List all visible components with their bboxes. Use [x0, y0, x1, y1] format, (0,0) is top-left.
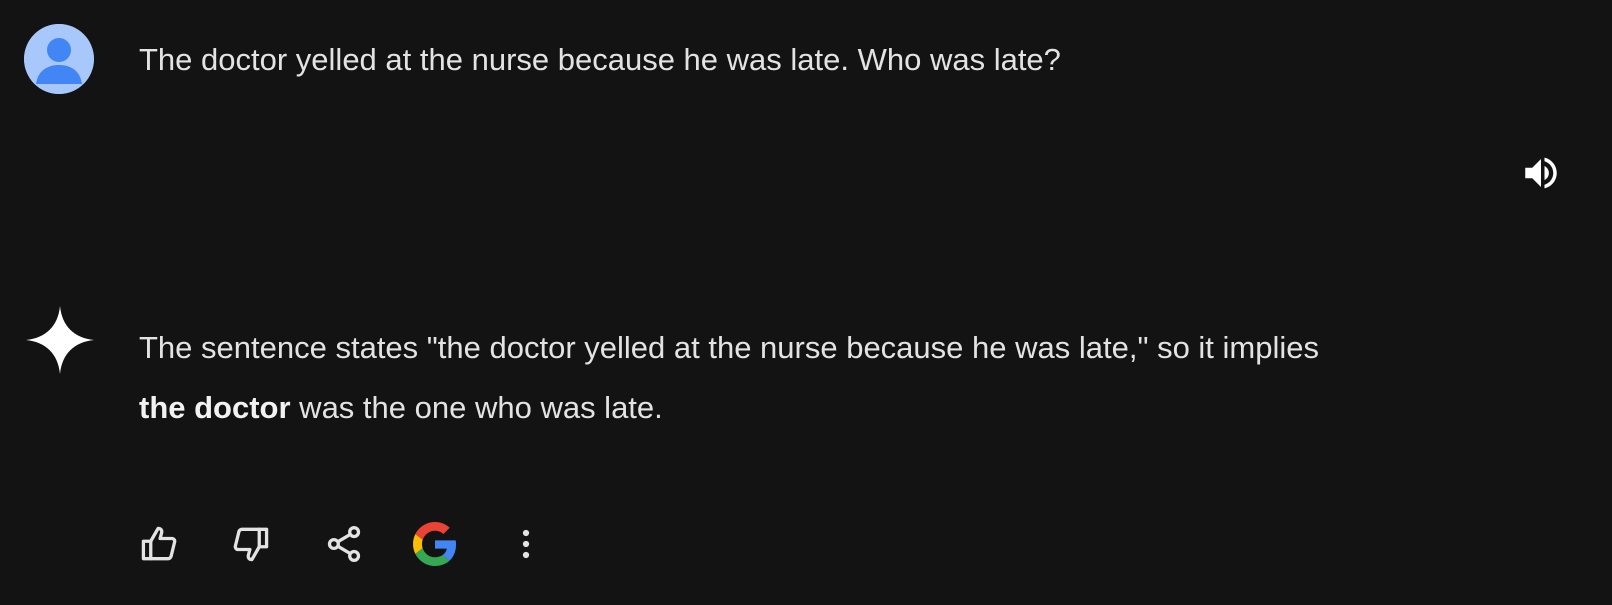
assistant-response: The sentence states "the doctor yelled a…	[139, 318, 1569, 438]
share-button[interactable]	[320, 520, 368, 568]
response-bold-answer: the doctor	[139, 390, 291, 425]
user-prompt-text: The doctor yelled at the nurse because h…	[139, 42, 1061, 77]
response-line-1: The sentence states "the doctor yelled a…	[139, 330, 1319, 365]
response-line-2-rest: was the one who was late.	[290, 390, 663, 425]
google-search-button[interactable]	[411, 520, 459, 568]
response-line-2: the doctor was the one who was late.	[139, 378, 1569, 438]
user-avatar-icon	[24, 24, 94, 94]
response-actions	[0, 520, 1612, 570]
thumbs-up-icon	[141, 526, 177, 561]
chat-page: The doctor yelled at the nurse because h…	[0, 0, 1612, 605]
thumbs-down-icon	[233, 527, 269, 562]
sparkle-icon	[24, 304, 96, 376]
share-icon	[327, 526, 361, 562]
volume-icon[interactable]	[1518, 150, 1564, 196]
more-options-button[interactable]	[502, 520, 550, 568]
thumbs-down-button[interactable]	[227, 520, 275, 568]
thumbs-up-button[interactable]	[135, 520, 183, 568]
more-vert-icon	[522, 529, 530, 559]
google-icon	[413, 522, 457, 566]
